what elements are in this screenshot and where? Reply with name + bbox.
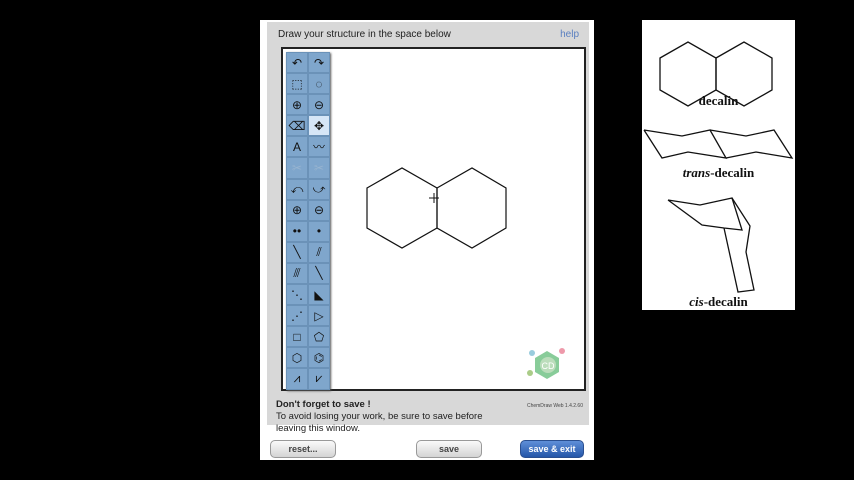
- minus-charge-icon: ⊖: [313, 203, 325, 218]
- text-icon: A: [292, 139, 301, 154]
- dialog-title: Draw your structure in the space below: [278, 29, 451, 40]
- chemdraw-dialog: Draw your structure in the space below h…: [260, 20, 594, 460]
- radical-icon: •: [316, 224, 322, 239]
- cyclooctane-icon: ⩗: [315, 371, 323, 386]
- triangle-icon: ▷: [314, 308, 324, 323]
- marquee-tool[interactable]: ⬚: [286, 73, 308, 95]
- move-icon: ✥: [313, 118, 325, 133]
- minus-charge-tool[interactable]: ⊖: [308, 199, 330, 221]
- cycloheptane-icon: ⩘: [293, 371, 301, 386]
- reset-button[interactable]: reset...: [270, 440, 336, 458]
- drawing-canvas[interactable]: ↶ ↷ ⬚ ◌ ⊕ ⊖ ⌫ ✥ A 〰 ✂ ✂ ⤺ ⤻ ⊕ ⊖ •• • ╲ ⫽ ⫻ ╲ ⋱ ◣ ⋰ ▷ □ ⬠ ⬡ ⌬ ⩘ ⩗ CD: [281, 47, 586, 391]
- save-exit-button[interactable]: save & exit: [520, 440, 584, 458]
- toolbar: ↶ ↷ ⬚ ◌ ⊕ ⊖ ⌫ ✥ A 〰 ✂ ✂ ⤺ ⤻ ⊕ ⊖ •• • ╲ ⫽ ⫻ ╲ ⋱ ◣ ⋰ ▷ □ ⬠ ⬡ ⌬ ⩘ ⩗: [286, 52, 330, 390]
- radical-pair-icon: ••: [292, 224, 302, 239]
- reference-panel: decalin trans-decalin cis-decalin: [642, 20, 795, 310]
- cis-prefix: cis: [689, 294, 704, 309]
- zoom-in-icon: ⊕: [291, 97, 303, 112]
- redo-tool[interactable]: ↷: [308, 52, 330, 74]
- triple-bond-tool[interactable]: ⫻: [286, 262, 308, 285]
- undo-icon: ↶: [291, 55, 303, 70]
- editor-panel: Draw your structure in the space below h…: [267, 22, 589, 434]
- chain-icon: 〰: [312, 140, 325, 155]
- single-bond-tool[interactable]: ╲: [286, 241, 308, 263]
- help-link[interactable]: help: [560, 29, 579, 40]
- bold-bond-icon: ╲: [315, 266, 323, 281]
- marquee-icon: ⬚: [291, 76, 303, 91]
- cis-decalin-label: cis-decalin: [642, 294, 795, 310]
- warning-bold: Don't forget to save !: [276, 399, 371, 410]
- eraser-tool[interactable]: ⌫: [286, 115, 308, 137]
- zoom-out-tool[interactable]: ⊖: [308, 94, 330, 116]
- trans-suffix: -decalin: [710, 165, 755, 180]
- cut-icon: ✂: [291, 161, 303, 176]
- radical-tool[interactable]: •: [308, 220, 330, 242]
- chain-tool[interactable]: 〰: [308, 136, 330, 158]
- hashed-wedge-tool[interactable]: ⋰: [286, 305, 308, 327]
- cyclopentane-icon: ⬠: [313, 329, 325, 344]
- zoom-in-tool[interactable]: ⊕: [286, 94, 308, 116]
- dashed-bond-tool[interactable]: ⋱: [286, 284, 308, 306]
- double-bond-icon: ⫽: [316, 244, 322, 259]
- cyclohexane-icon: ⬡: [291, 350, 303, 365]
- wedge-bond-icon: ◣: [314, 287, 324, 302]
- cyclopentane-tool[interactable]: ⬠: [308, 326, 330, 348]
- cut-alt-tool[interactable]: ✂: [308, 157, 330, 179]
- cyclooctane-tool[interactable]: ⩗: [308, 368, 330, 390]
- lasso-tool[interactable]: ◌: [308, 73, 330, 95]
- save-button[interactable]: save: [416, 440, 482, 458]
- hashed-wedge-icon: ⋰: [291, 308, 303, 323]
- trans-prefix: trans: [682, 165, 711, 180]
- wedge-bond-tool[interactable]: ◣: [308, 284, 330, 306]
- trans-decalin-label: trans-decalin: [642, 165, 795, 181]
- cyclohexane-tool[interactable]: ⬡: [286, 347, 308, 369]
- move-tool[interactable]: ✥: [308, 115, 330, 137]
- ring-right: [436, 167, 507, 249]
- bold-bond-tool[interactable]: ╲: [308, 262, 330, 285]
- arrow-curve-alt-tool[interactable]: ⤻: [308, 178, 330, 200]
- eraser-icon: ⌫: [288, 118, 306, 133]
- plus-charge-tool[interactable]: ⊕: [286, 199, 308, 221]
- redo-icon: ↷: [313, 55, 325, 70]
- cyclobutane-icon: □: [293, 329, 301, 344]
- zoom-out-icon: ⊖: [313, 97, 325, 112]
- cycloheptane-tool[interactable]: ⩘: [286, 368, 308, 390]
- arrow-curve-tool[interactable]: ⤺: [286, 178, 308, 200]
- version-label: ChemDraw Web 1.4.2.60: [526, 403, 583, 409]
- undo-tool[interactable]: ↶: [286, 52, 308, 74]
- svg-text:CD: CD: [542, 361, 555, 371]
- dashed-bond-icon: ⋱: [291, 287, 303, 302]
- ring-left: [366, 167, 438, 249]
- text-tool[interactable]: A: [286, 136, 308, 158]
- benzene-icon: ⌬: [313, 350, 325, 365]
- radical-pair-tool[interactable]: ••: [286, 220, 308, 242]
- decalin-label: decalin: [698, 93, 739, 108]
- triangle-tool[interactable]: ▷: [308, 305, 330, 327]
- triple-bond-icon: ⫻: [293, 265, 301, 280]
- single-bond-icon: ╲: [293, 245, 301, 260]
- benzene-tool[interactable]: ⌬: [308, 347, 330, 369]
- plus-charge-icon: ⊕: [291, 203, 303, 218]
- cut-alt-icon: ✂: [313, 161, 325, 176]
- arrow-curve-icon: ⤺: [290, 181, 304, 196]
- cut-tool[interactable]: ✂: [286, 157, 308, 179]
- double-bond-tool[interactable]: ⫽: [308, 241, 330, 263]
- lasso-icon: ◌: [315, 76, 323, 91]
- arrow-curve-alt-icon: ⤻: [312, 181, 326, 196]
- cis-suffix: -decalin: [703, 294, 748, 309]
- warning-text: To avoid losing your work, be sure to sa…: [276, 411, 483, 434]
- cyclobutane-tool[interactable]: □: [286, 326, 308, 348]
- chemdraw-logo: CD: [527, 348, 565, 379]
